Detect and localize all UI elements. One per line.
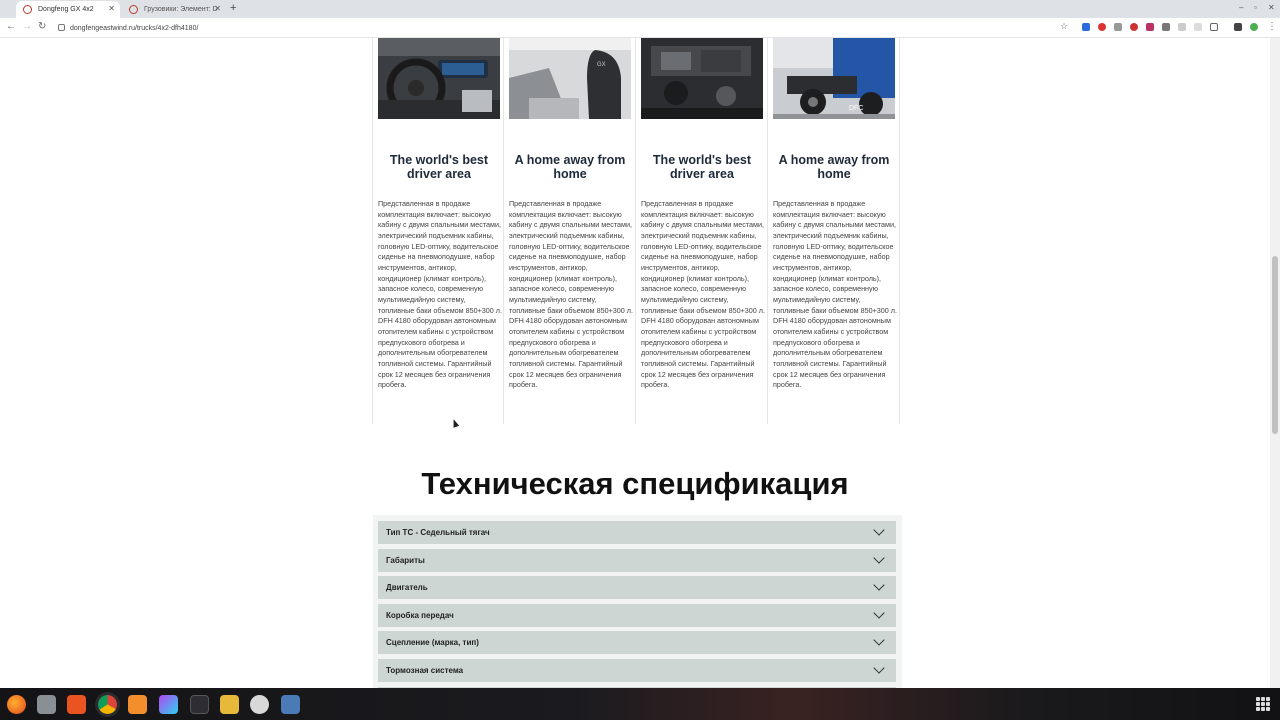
feature-card: GX A home away from home Представленная … [504, 38, 636, 424]
accordion-item-clutch[interactable]: Сцепление (марка, тип) [378, 631, 896, 654]
accordion-label: Двигатель [386, 583, 428, 592]
accordion-label: Тип ТС - Седельный тягач [386, 528, 490, 537]
svg-text:GX: GX [597, 62, 606, 68]
site-info-icon[interactable] [58, 24, 65, 31]
forward-icon[interactable]: → [22, 21, 32, 32]
page-scrollbar[interactable] [1270, 38, 1280, 688]
chevron-down-icon [873, 524, 885, 536]
tab-bar: Dongfeng GX 4x2 ✕ Грузовики: Элемент: D … [0, 0, 1280, 18]
media-icon[interactable] [1234, 23, 1242, 31]
extension-icon[interactable] [1082, 23, 1090, 31]
minimize-icon[interactable]: – [1239, 3, 1243, 12]
close-tab-icon[interactable]: ✕ [214, 4, 221, 13]
card-title: The world's best driver area [389, 153, 489, 181]
accordion-label: Сцепление (марка, тип) [386, 638, 479, 647]
close-window-icon[interactable]: ✕ [1268, 3, 1275, 12]
software-icon[interactable] [67, 695, 86, 714]
accordion-item-gearbox[interactable]: Коробка передач [378, 604, 896, 627]
truck-rear-photo: DFC [773, 38, 895, 119]
show-apps-icon[interactable] [1256, 697, 1270, 711]
extensions-puzzle-icon[interactable] [1210, 23, 1218, 31]
close-tab-icon[interactable]: ✕ [108, 4, 115, 13]
accordion-item-brakes[interactable]: Тормозная система [378, 659, 896, 682]
settings-icon[interactable] [250, 695, 269, 714]
extension-icon[interactable] [1130, 23, 1138, 31]
archive-icon[interactable] [220, 695, 239, 714]
chevron-down-icon [873, 552, 885, 564]
feature-card: The world's best driver area Представлен… [372, 38, 504, 424]
card-title: The world's best driver area [652, 153, 752, 181]
chevron-down-icon [873, 662, 885, 674]
reload-icon[interactable]: ↻ [38, 21, 46, 32]
chevron-down-icon [873, 579, 885, 591]
tab-title: Dongfeng GX 4x2 [38, 6, 94, 13]
site-favicon-icon [129, 5, 138, 14]
new-tab-icon[interactable]: + [230, 2, 236, 14]
files-icon[interactable] [37, 695, 56, 714]
chevron-down-icon [873, 634, 885, 646]
card-title: A home away from home [514, 153, 626, 181]
svg-text:DFC: DFC [849, 105, 863, 112]
accordion-label: Габариты [386, 556, 425, 565]
back-icon[interactable]: ← [6, 21, 16, 32]
extension-icon[interactable] [1114, 23, 1122, 31]
feature-card: DFC A home away from home Представленная… [768, 38, 900, 424]
chevron-down-icon [873, 607, 885, 619]
spec-accordion: Тип ТС - Седельный тягач Габариты Двигат… [373, 515, 902, 688]
firefox-icon[interactable] [7, 695, 26, 714]
accordion-item-vehicle-type[interactable]: Тип ТС - Седельный тягач [378, 521, 896, 544]
extension-icon[interactable] [1146, 23, 1154, 31]
bookmark-star-icon[interactable]: ☆ [1060, 21, 1068, 32]
sublime-icon[interactable] [128, 695, 147, 714]
spec-heading: Техническая спецификация [421, 466, 849, 501]
seat-photo: GX [509, 38, 631, 119]
card-text: Представленная в продаже комплектация вк… [773, 199, 897, 390]
extension-icon[interactable] [1194, 23, 1202, 31]
feature-card: The world's best driver area Представлен… [636, 38, 768, 424]
extension-icon[interactable] [1178, 23, 1186, 31]
browser-toolbar: ← → ↻ dongfengeastwind.ru/trucks/4x2-dfh… [0, 18, 1280, 38]
accordion-label: Коробка передач [386, 611, 454, 620]
menu-icon[interactable]: ⋮ [1267, 21, 1277, 32]
profile-avatar-icon[interactable] [1250, 23, 1258, 31]
card-text: Представленная в продаже комплектация вк… [641, 199, 765, 390]
scrollbar-thumb[interactable] [1272, 256, 1278, 434]
extension-icon[interactable] [1098, 23, 1106, 31]
card-text: Представленная в продаже комплектация вк… [378, 199, 502, 390]
chrome-icon[interactable] [98, 695, 117, 714]
web-page: The world's best driver area Представлен… [0, 38, 1270, 688]
tab-dongfeng[interactable]: Dongfeng GX 4x2 ✕ [16, 1, 120, 18]
taskbar [0, 688, 1280, 720]
extension-icon[interactable] [1162, 23, 1170, 31]
cockpit-photo [378, 38, 500, 119]
accordion-item-engine[interactable]: Двигатель [378, 576, 896, 599]
terminal-icon[interactable] [190, 695, 209, 714]
site-favicon-icon [23, 5, 32, 14]
card-text: Представленная в продаже комплектация вк… [509, 199, 633, 390]
url-text: dongfengeastwind.ru/trucks/4x2-dfh4180/ [70, 24, 199, 32]
filezilla-icon[interactable] [281, 695, 300, 714]
tab-trucks-admin[interactable]: Грузовики: Элемент: D ✕ [122, 1, 226, 18]
tab-title: Грузовики: Элемент: D [144, 6, 218, 13]
address-bar[interactable]: dongfengeastwind.ru/trucks/4x2-dfh4180/ [52, 20, 1072, 36]
card-title: A home away from home [778, 153, 890, 181]
feature-cards: The world's best driver area Представлен… [372, 38, 902, 424]
accordion-label: Тормозная система [386, 666, 464, 675]
phpstorm-icon[interactable] [159, 695, 178, 714]
accordion-item-dimensions[interactable]: Габариты [378, 549, 896, 572]
engine-photo [641, 38, 763, 119]
maximize-icon[interactable]: ▫ [1254, 3, 1257, 12]
